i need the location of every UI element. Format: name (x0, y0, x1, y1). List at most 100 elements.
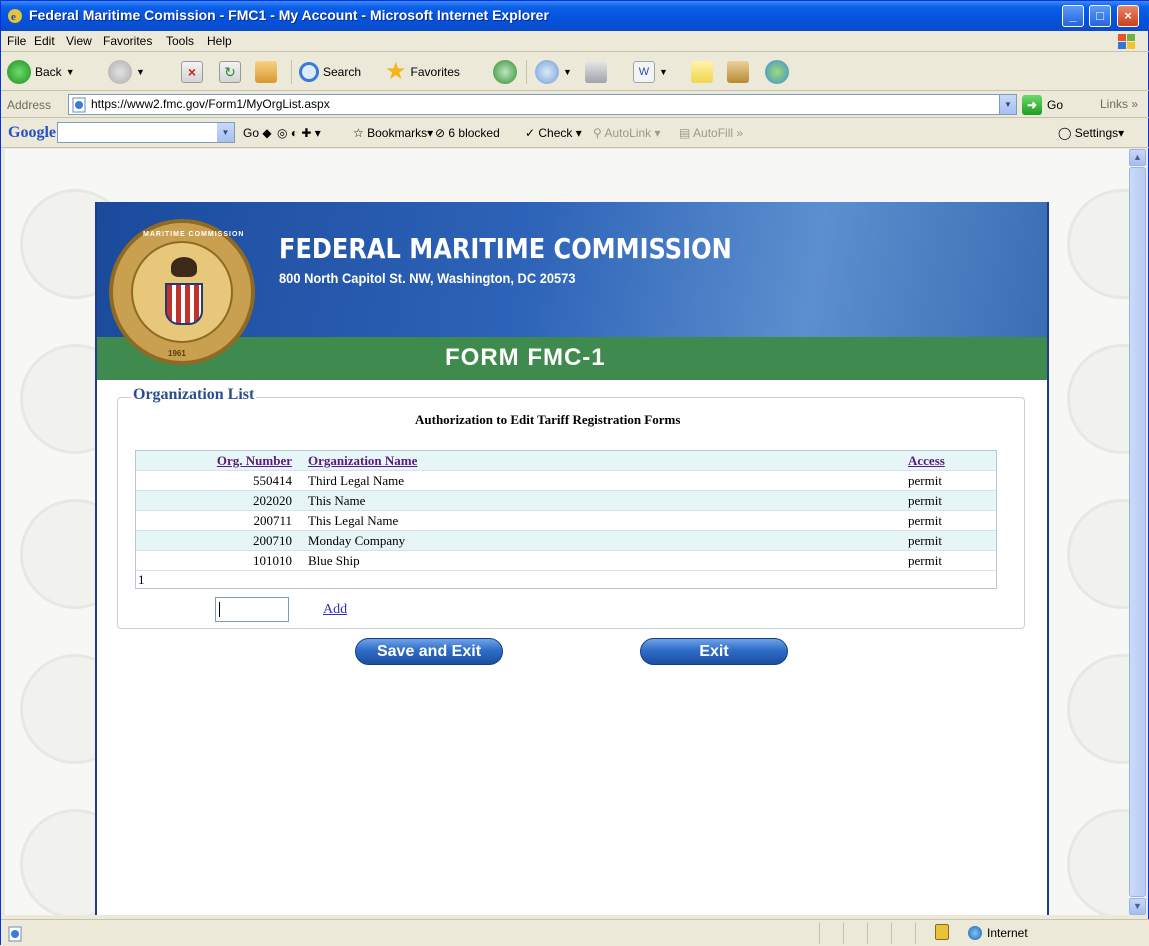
word-icon: W (633, 61, 655, 83)
google-go-button[interactable]: Go ◆ (243, 126, 272, 140)
research-icon (727, 61, 749, 83)
google-pagerank-icon[interactable]: ◎ ◐ ✚ ▾ (277, 126, 321, 140)
messenger-button[interactable] (765, 59, 789, 85)
watermark-seal (1067, 344, 1129, 454)
home-button[interactable] (255, 59, 277, 85)
search-icon (299, 62, 319, 82)
form-page: FEDERAL MARITIME COMMISSION 800 North Ca… (95, 202, 1049, 915)
table-row: 200710 Monday Company permit (136, 531, 996, 551)
organization-table: Org. Number Organization Name Access 550… (135, 450, 997, 589)
svg-text:e: e (11, 11, 16, 23)
address-input[interactable]: https://www2.fmc.gov/Form1/MyOrgList.asp… (68, 94, 1017, 115)
menu-favorites[interactable]: Favorites (103, 34, 152, 48)
chevron-down-icon[interactable]: ▼ (217, 123, 234, 142)
menu-help[interactable]: Help (207, 34, 232, 48)
mail-icon (535, 60, 559, 84)
menu-file[interactable]: File (7, 34, 26, 48)
table-row: 101010 Blue Ship permit (136, 551, 996, 571)
favorites-button[interactable]: ★ Favorites (385, 59, 460, 85)
print-button[interactable] (585, 59, 607, 85)
maximize-button[interactable]: □ (1089, 5, 1111, 27)
research-button[interactable] (727, 59, 749, 85)
access-column-header[interactable]: Access (908, 453, 945, 469)
go-button[interactable]: Go (1047, 98, 1063, 112)
table-pager-row: 1 (136, 571, 996, 588)
menu-view[interactable]: View (66, 34, 92, 48)
autofill-button[interactable]: ▤ AutoFill » (679, 126, 743, 140)
watermark-seal (1067, 654, 1129, 764)
ie-icon: e (8, 9, 22, 23)
scroll-up-icon[interactable]: ▲ (1129, 149, 1146, 166)
org-number-column-header[interactable]: Org. Number (184, 453, 292, 469)
menu-tools[interactable]: Tools (166, 34, 194, 48)
lock-icon (935, 924, 949, 940)
edit-button[interactable]: W ▼ (633, 59, 668, 85)
google-search-input[interactable]: ▼ (57, 122, 235, 143)
exit-button[interactable]: Exit (640, 638, 788, 665)
settings-button[interactable]: ◯ Settings▾ (1058, 126, 1124, 140)
autolink-button[interactable]: ⚲ AutoLink ▾ (593, 126, 661, 140)
minimize-button[interactable]: _ (1062, 5, 1084, 27)
standard-toolbar: Back ▼ ▼ × ↻ Search ★ Favorites ▼ W ▼ (1, 52, 1149, 91)
messenger-icon (765, 60, 789, 84)
page-number[interactable]: 1 (138, 572, 145, 588)
page-viewport: FEDERAL MARITIME COMMISSION 800 North Ca… (5, 149, 1129, 915)
status-bar: Internet (1, 919, 1149, 946)
google-toolbar: Google ▼ Go ◆ ◎ ◐ ✚ ▾ ☆ Bookmarks▾ ⊘ 6 b… (1, 118, 1149, 148)
agency-address: 800 North Capitol St. NW, Washington, DC… (279, 270, 576, 286)
mail-button[interactable]: ▼ (535, 59, 572, 85)
forward-arrow-icon (108, 60, 132, 84)
windows-logo-icon (1118, 34, 1135, 49)
watermark-seal (1067, 189, 1129, 299)
scroll-down-icon[interactable]: ▼ (1129, 898, 1146, 915)
fmc-seal-logo: MARITIME COMMISSION 1961 (109, 219, 255, 365)
refresh-button[interactable]: ↻ (219, 59, 241, 85)
bookmarks-button[interactable]: ☆ Bookmarks▾ (353, 126, 433, 140)
search-button[interactable]: Search (299, 59, 361, 85)
google-logo[interactable]: Google (8, 124, 56, 142)
address-label: Address (7, 98, 52, 112)
watermark-seal (1067, 809, 1129, 915)
table-row: 550414 Third Legal Name permit (136, 471, 996, 491)
note-icon (691, 61, 713, 83)
table-row: 200711 This Legal Name permit (136, 511, 996, 531)
spell-check-button[interactable]: ✓ Check ▾ (525, 126, 582, 140)
forward-button[interactable]: ▼ (108, 59, 145, 85)
globe-icon (968, 926, 982, 940)
shield-icon (165, 283, 203, 325)
home-icon (255, 61, 277, 83)
address-bar: Address https://www2.fmc.gov/Form1/MyOrg… (1, 92, 1149, 118)
menu-edit[interactable]: Edit (34, 34, 55, 48)
agency-title: FEDERAL MARITIME COMMISSION (279, 232, 732, 265)
address-url: https://www2.fmc.gov/Form1/MyOrgList.asp… (91, 97, 330, 111)
vertical-scrollbar[interactable]: ▲ ▼ (1129, 149, 1146, 915)
eagle-icon (171, 257, 197, 277)
history-icon (493, 60, 517, 84)
go-arrow-icon[interactable]: ➜ (1022, 95, 1042, 115)
close-button[interactable]: × (1117, 5, 1139, 27)
table-header-row: Org. Number Organization Name Access (136, 451, 996, 471)
stop-button[interactable]: × (181, 59, 203, 85)
org-number-input[interactable] (215, 597, 289, 622)
address-dropdown-icon[interactable]: ▼ (999, 95, 1016, 114)
menu-bar: File Edit View Favorites Tools Help (1, 31, 1149, 52)
printer-icon (585, 61, 607, 83)
window-title: Federal Maritime Comission - FMC1 - My A… (29, 7, 549, 23)
back-button[interactable]: Back ▼ (7, 59, 75, 85)
watermark-seal (1067, 499, 1129, 609)
table-row: 202020 This Name permit (136, 491, 996, 511)
authorization-heading: Authorization to Edit Tariff Registratio… (415, 412, 681, 427)
save-and-exit-button[interactable]: Save and Exit (355, 638, 503, 665)
history-button[interactable] (493, 59, 517, 85)
add-link[interactable]: Add (323, 602, 347, 618)
security-zone: Internet (968, 926, 1028, 940)
page-status-icon (8, 926, 22, 942)
links-button[interactable]: Links » (1100, 97, 1138, 111)
popup-blocked-button[interactable]: ⊘ 6 blocked (435, 126, 500, 140)
discuss-button[interactable] (691, 59, 713, 85)
page-icon (72, 97, 86, 113)
organization-list-legend: Organization List (131, 386, 257, 404)
scroll-thumb[interactable] (1129, 167, 1146, 897)
back-arrow-icon (7, 60, 31, 84)
organization-name-column-header[interactable]: Organization Name (308, 453, 417, 469)
